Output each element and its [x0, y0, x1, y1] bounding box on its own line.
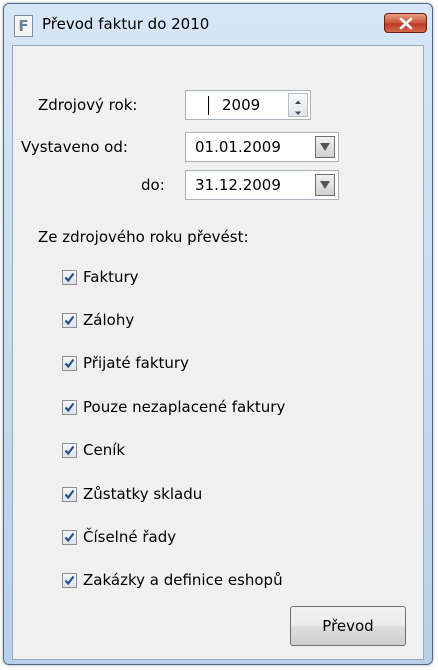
- checkbox-label: Faktury: [83, 268, 139, 286]
- source-year-value: 2009: [222, 96, 261, 114]
- close-icon: [399, 17, 413, 30]
- dialog-body: Zdrojový rok: 2009 Vystaveno od: 01.01.2…: [12, 45, 424, 660]
- dropdown-arrow-icon: [320, 143, 330, 151]
- issued-from-dropdown-button[interactable]: [315, 136, 335, 158]
- checkbox-box[interactable]: [62, 313, 77, 328]
- title-bar[interactable]: F Převod faktur do 2010: [4, 4, 432, 44]
- checkbox-box[interactable]: [62, 270, 77, 285]
- checkbox-box[interactable]: [62, 530, 77, 545]
- close-button[interactable]: [384, 13, 427, 33]
- dropdown-arrow-icon: [320, 181, 330, 189]
- checkmark-icon: [64, 315, 75, 326]
- spin-buttons: [288, 93, 308, 117]
- checkmark-icon: [64, 272, 75, 283]
- checkbox-label: Zálohy: [83, 311, 135, 329]
- checkbox-box[interactable]: [62, 400, 77, 415]
- checkbox-label: Zakázky a definice eshopů: [83, 571, 283, 589]
- checkbox-label: Číselné řady: [83, 528, 177, 546]
- issued-to-dropdown-button[interactable]: [315, 174, 335, 196]
- spin-down-button[interactable]: [289, 105, 307, 116]
- issued-from-label: Vystaveno od:: [21, 138, 128, 156]
- checkmark-icon: [64, 575, 75, 586]
- dialog-window: F Převod faktur do 2010 Zdrojový rok: 20…: [3, 3, 433, 665]
- arrow-down-icon: [295, 111, 301, 115]
- checkmark-icon: [64, 445, 75, 456]
- checkbox-box[interactable]: [62, 573, 77, 588]
- checkbox-label: Ceník: [83, 441, 126, 459]
- issued-to-date-field[interactable]: 31.12.2009: [185, 170, 339, 200]
- issued-to-value: 31.12.2009: [195, 176, 281, 194]
- checkbox-label: Přijaté faktury: [83, 354, 189, 372]
- text-caret: [208, 96, 209, 115]
- checkbox-box[interactable]: [62, 443, 77, 458]
- section-label: Ze zdrojového roku převést:: [38, 228, 249, 246]
- issued-from-value: 01.01.2009: [195, 138, 281, 156]
- app-f-icon: F: [14, 15, 33, 37]
- checkmark-icon: [64, 489, 75, 500]
- checkmark-icon: [64, 532, 75, 543]
- checkmark-icon: [64, 358, 75, 369]
- source-year-stepper[interactable]: 2009: [185, 90, 311, 120]
- source-year-label: Zdrojový rok:: [38, 96, 138, 114]
- convert-button[interactable]: Převod: [290, 606, 406, 646]
- checkbox-box[interactable]: [62, 356, 77, 371]
- checkbox-box[interactable]: [62, 487, 77, 502]
- issued-to-label: do:: [141, 176, 165, 194]
- window-title: Převod faktur do 2010: [42, 15, 210, 33]
- checkmark-icon: [64, 402, 75, 413]
- spin-up-button[interactable]: [289, 94, 307, 105]
- checkbox-label: Zůstatky skladu: [83, 485, 203, 503]
- checkbox-label: Pouze nezaplacené faktury: [83, 398, 286, 416]
- issued-from-date-field[interactable]: 01.01.2009: [185, 132, 339, 162]
